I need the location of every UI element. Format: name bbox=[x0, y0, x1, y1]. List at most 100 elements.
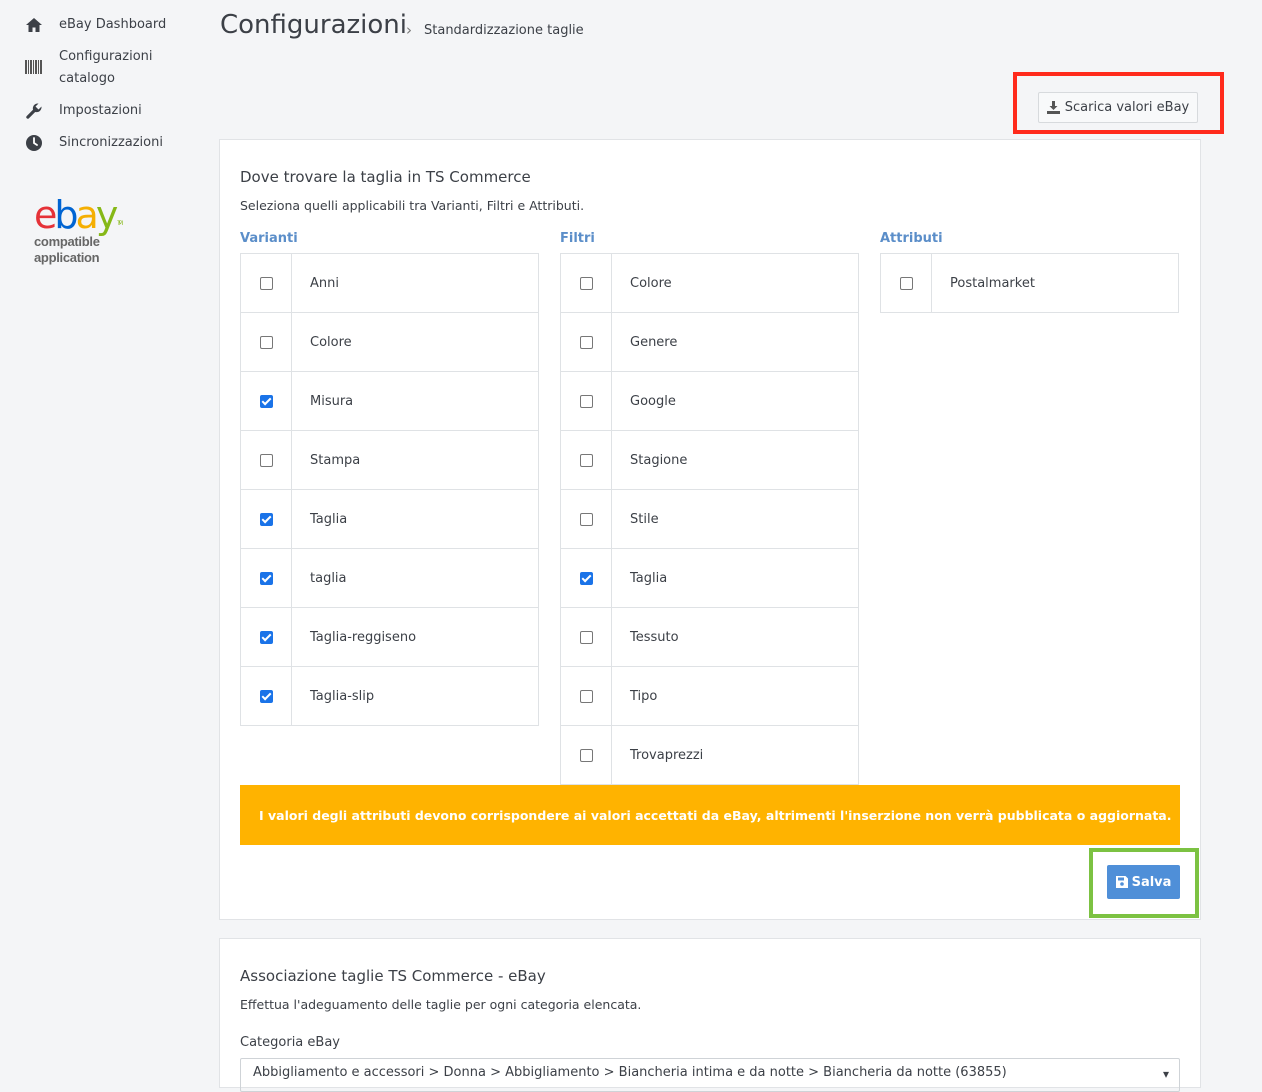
option-row: Stampa bbox=[241, 431, 538, 490]
option-row: Anni bbox=[241, 254, 538, 313]
sidebar-item-label: Impostazioni bbox=[59, 103, 142, 118]
checkbox-cell bbox=[241, 431, 292, 489]
home-icon bbox=[24, 15, 44, 35]
option-label: Anni bbox=[310, 275, 339, 291]
ebay-category-select[interactable]: Abbigliamento e accessori > Donna > Abbi… bbox=[240, 1058, 1180, 1092]
size-source-card: Dove trovare la taglia in TS Commerce Se… bbox=[219, 139, 1201, 920]
varianti-label: Varianti bbox=[240, 231, 298, 246]
chevron-down-icon: ▾ bbox=[1162, 1067, 1169, 1081]
option-checkbox[interactable] bbox=[899, 276, 913, 290]
size-association-card: Associazione taglie TS Commerce - eBay E… bbox=[219, 938, 1201, 1092]
ebay-wordmark: ebay TM bbox=[34, 193, 123, 237]
option-label: Taglia-slip bbox=[310, 688, 375, 704]
option-row: Colore bbox=[241, 313, 538, 372]
checkbox-cell bbox=[561, 490, 612, 548]
option-checkbox[interactable] bbox=[579, 748, 593, 762]
sidebar-item-impostazioni[interactable]: Impostazioni bbox=[24, 100, 169, 122]
highlight-green-box bbox=[1089, 848, 1199, 918]
option-row: Genere bbox=[561, 313, 858, 372]
option-checkbox[interactable] bbox=[259, 689, 273, 703]
option-checkbox[interactable] bbox=[579, 394, 593, 408]
breadcrumb: Standardizzazione taglie bbox=[424, 23, 584, 38]
option-checkbox[interactable] bbox=[579, 689, 593, 703]
option-label: Tessuto bbox=[630, 629, 679, 645]
option-row: Trovaprezzi bbox=[561, 726, 858, 784]
option-label: Trovaprezzi bbox=[630, 747, 704, 763]
card-title: Dove trovare la taglia in TS Commerce bbox=[240, 168, 531, 186]
option-checkbox[interactable] bbox=[579, 453, 593, 467]
option-row: Taglia bbox=[241, 490, 538, 549]
sidebar-item-label: Sincronizzazioni bbox=[59, 135, 163, 150]
checkbox-cell bbox=[561, 726, 612, 784]
attributi-table: Postalmarket bbox=[880, 253, 1179, 313]
option-row: Taglia bbox=[561, 549, 858, 608]
option-label: Google bbox=[630, 393, 676, 409]
ebay-compatible-logo: ebay TM compatible application bbox=[34, 193, 123, 266]
category-label: Categoria eBay bbox=[240, 1035, 340, 1050]
option-label: Taglia bbox=[310, 511, 348, 527]
option-label: Taglia bbox=[630, 570, 668, 586]
option-checkbox[interactable] bbox=[259, 276, 273, 290]
card-title: Associazione taglie TS Commerce - eBay bbox=[240, 967, 546, 985]
option-label: Stile bbox=[630, 511, 659, 527]
filtri-label: Filtri bbox=[560, 231, 595, 246]
option-row: Tessuto bbox=[561, 608, 858, 667]
page-title: Configurazioni bbox=[220, 10, 408, 40]
option-label: Tipo bbox=[630, 688, 658, 704]
option-row: Google bbox=[561, 372, 858, 431]
option-row: Stagione bbox=[561, 431, 858, 490]
checkbox-cell bbox=[881, 254, 932, 312]
checkbox-cell bbox=[241, 490, 292, 548]
option-checkbox[interactable] bbox=[259, 571, 273, 585]
option-row: Misura bbox=[241, 372, 538, 431]
option-checkbox[interactable] bbox=[579, 276, 593, 290]
option-checkbox[interactable] bbox=[579, 335, 593, 349]
sidebar-item-configurazioni-catalogo[interactable]: Configurazioni catalogo bbox=[24, 46, 169, 90]
category-select-value: Abbigliamento e accessori > Donna > Abbi… bbox=[253, 1065, 1007, 1080]
option-row: Taglia-reggiseno bbox=[241, 608, 538, 667]
checkbox-cell bbox=[561, 313, 612, 371]
sidebar: eBay Dashboard Configurazioni catalogo I… bbox=[0, 0, 200, 1075]
checkbox-cell bbox=[241, 254, 292, 312]
option-checkbox[interactable] bbox=[259, 630, 273, 644]
sidebar-item-label: eBay Dashboard bbox=[59, 17, 167, 32]
sidebar-item-ebay-dashboard[interactable]: eBay Dashboard bbox=[24, 14, 169, 36]
option-row: taglia bbox=[241, 549, 538, 608]
option-checkbox[interactable] bbox=[259, 335, 273, 349]
option-label: taglia bbox=[310, 570, 347, 586]
checkbox-cell bbox=[561, 549, 612, 607]
clock-icon bbox=[24, 133, 44, 153]
option-checkbox[interactable] bbox=[579, 571, 593, 585]
sidebar-item-label: Configurazioni catalogo bbox=[59, 49, 153, 86]
varianti-table: Anni Colore Misura Stampa Taglia taglia Taglia… bbox=[240, 253, 539, 726]
option-checkbox[interactable] bbox=[259, 512, 273, 526]
option-label: Stagione bbox=[630, 452, 688, 468]
wrench-icon bbox=[24, 101, 44, 121]
option-row: Colore bbox=[561, 254, 858, 313]
option-checkbox[interactable] bbox=[579, 630, 593, 644]
card-subtitle: Effettua l'adeguamento delle taglie per … bbox=[240, 997, 642, 1012]
option-label: Colore bbox=[630, 275, 672, 291]
option-label: Taglia-reggiseno bbox=[310, 629, 417, 645]
attributi-label: Attributi bbox=[880, 231, 943, 246]
checkbox-cell bbox=[561, 431, 612, 489]
option-row: Tipo bbox=[561, 667, 858, 726]
checkbox-cell bbox=[561, 667, 612, 725]
option-label: Postalmarket bbox=[950, 275, 1035, 291]
sidebar-item-sincronizzazioni[interactable]: Sincronizzazioni bbox=[24, 132, 169, 154]
option-row: Stile bbox=[561, 490, 858, 549]
warning-alert: I valori degli attributi devono corrispo… bbox=[240, 785, 1180, 845]
breadcrumb-separator: › bbox=[406, 21, 412, 39]
option-label: Misura bbox=[310, 393, 354, 409]
checkbox-cell bbox=[561, 608, 612, 666]
option-label: Genere bbox=[630, 334, 678, 350]
checkbox-cell bbox=[561, 254, 612, 312]
filtri-table: Colore Genere Google Stagione Stile Taglia Tes… bbox=[560, 253, 859, 785]
option-label: Stampa bbox=[310, 452, 361, 468]
option-row: Taglia-slip bbox=[241, 667, 538, 725]
checkbox-cell bbox=[561, 372, 612, 430]
option-checkbox[interactable] bbox=[259, 394, 273, 408]
checkbox-cell bbox=[241, 549, 292, 607]
option-checkbox[interactable] bbox=[579, 512, 593, 526]
option-checkbox[interactable] bbox=[259, 453, 273, 467]
